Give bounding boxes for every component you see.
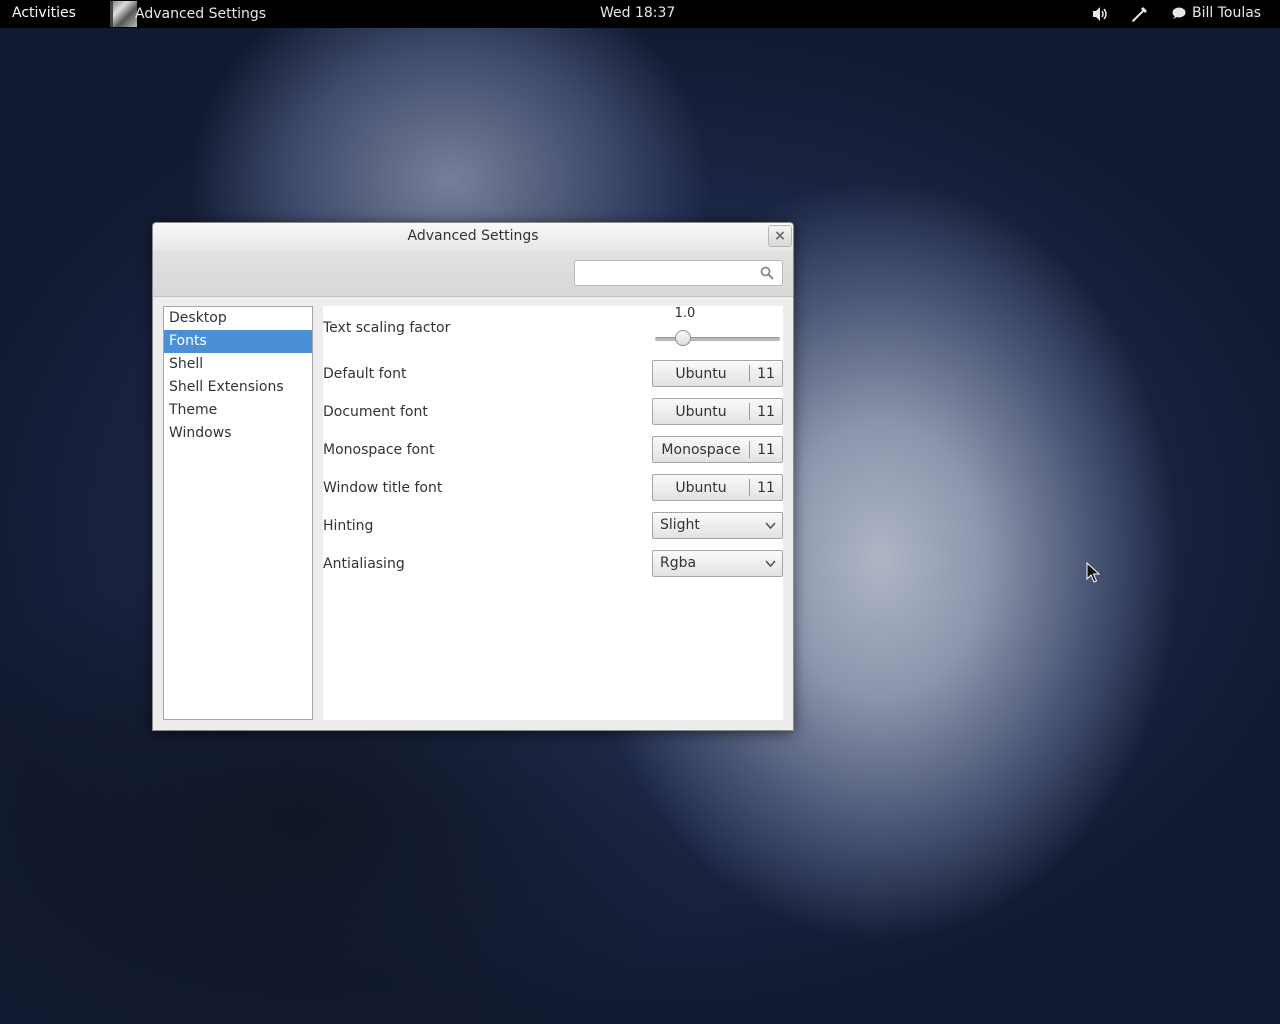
text-scaling-label: Text scaling factor bbox=[323, 320, 451, 336]
search-box[interactable] bbox=[574, 260, 783, 286]
antialiasing-row: Antialiasing Rgba bbox=[323, 550, 783, 588]
category-sidebar: Desktop Fonts Shell Shell Extensions The… bbox=[163, 306, 313, 720]
user-name: Bill Toulas bbox=[1192, 5, 1262, 21]
document-font-label: Document font bbox=[323, 404, 428, 420]
document-font-button[interactable]: Ubuntu 11 bbox=[652, 398, 783, 425]
antialiasing-label: Antialiasing bbox=[323, 556, 405, 572]
window-titlebar[interactable]: Advanced Settings × bbox=[153, 223, 793, 252]
document-font-name: Ubuntu bbox=[675, 403, 727, 420]
toolbar bbox=[153, 251, 793, 297]
hinting-dropdown[interactable]: Slight bbox=[652, 512, 783, 539]
monospace-font-label: Monospace font bbox=[323, 442, 435, 458]
default-font-row: Default font Ubuntu 11 bbox=[323, 360, 783, 398]
monospace-font-name: Monospace bbox=[661, 441, 741, 458]
network-icon[interactable] bbox=[1130, 4, 1150, 24]
sidebar-item-fonts[interactable]: Fonts bbox=[164, 330, 312, 353]
monospace-font-row: Monospace font Monospace 11 bbox=[323, 436, 783, 474]
default-font-size: 11 bbox=[757, 365, 775, 382]
document-font-row: Document font Ubuntu 11 bbox=[323, 398, 783, 436]
advanced-settings-window: Advanced Settings × Desktop Fonts Shell … bbox=[152, 222, 794, 731]
window-title: Advanced Settings bbox=[407, 228, 539, 244]
hinting-row: Hinting Slight bbox=[323, 512, 783, 550]
sidebar-item-theme[interactable]: Theme bbox=[164, 399, 312, 422]
default-font-name: Ubuntu bbox=[675, 365, 727, 382]
app-icon bbox=[110, 1, 137, 27]
text-scaling-slider[interactable] bbox=[655, 337, 780, 341]
search-input[interactable] bbox=[581, 262, 755, 286]
default-font-button[interactable]: Ubuntu 11 bbox=[652, 360, 783, 387]
default-font-label: Default font bbox=[323, 366, 407, 382]
chat-icon bbox=[1172, 7, 1186, 19]
app-menu[interactable]: Advanced Settings bbox=[110, 0, 266, 28]
user-menu[interactable]: Bill Toulas bbox=[1172, 5, 1261, 21]
sidebar-item-shell-extensions[interactable]: Shell Extensions bbox=[164, 376, 312, 399]
top-bar: Activities Advanced Settings Wed 18:37 B… bbox=[0, 0, 1280, 28]
sidebar-item-shell[interactable]: Shell bbox=[164, 353, 312, 376]
text-scaling-slider-handle[interactable] bbox=[675, 330, 691, 346]
monospace-font-button[interactable]: Monospace 11 bbox=[652, 436, 783, 463]
hinting-value: Slight bbox=[660, 517, 700, 533]
close-icon: × bbox=[774, 228, 786, 244]
sidebar-item-desktop[interactable]: Desktop bbox=[164, 307, 312, 330]
document-font-size: 11 bbox=[757, 403, 775, 420]
search-icon bbox=[760, 266, 774, 280]
chevron-down-icon bbox=[765, 560, 776, 568]
hinting-label: Hinting bbox=[323, 518, 374, 534]
window-title-font-size: 11 bbox=[757, 479, 775, 496]
window-title-font-button[interactable]: Ubuntu 11 bbox=[652, 474, 783, 501]
text-scaling-value: 1.0 bbox=[674, 306, 696, 321]
text-scaling-row: Text scaling factor 1.0 bbox=[323, 306, 783, 350]
mouse-cursor-icon bbox=[1086, 562, 1100, 583]
app-menu-title: Advanced Settings bbox=[135, 6, 267, 22]
volume-icon[interactable] bbox=[1090, 4, 1110, 24]
antialiasing-value: Rgba bbox=[660, 555, 697, 571]
window-title-font-name: Ubuntu bbox=[675, 479, 727, 496]
fonts-settings-panel: Text scaling factor 1.0 Default font Ubu… bbox=[323, 306, 783, 720]
window-title-font-label: Window title font bbox=[323, 480, 443, 496]
sidebar-item-windows[interactable]: Windows bbox=[164, 422, 312, 445]
clock[interactable]: Wed 18:37 bbox=[600, 5, 675, 21]
window-title-font-row: Window title font Ubuntu 11 bbox=[323, 474, 783, 512]
chevron-down-icon bbox=[765, 522, 776, 530]
antialiasing-dropdown[interactable]: Rgba bbox=[652, 550, 783, 577]
close-button[interactable]: × bbox=[768, 225, 792, 247]
activities-button[interactable]: Activities bbox=[12, 5, 76, 21]
monospace-font-size: 11 bbox=[757, 441, 775, 458]
